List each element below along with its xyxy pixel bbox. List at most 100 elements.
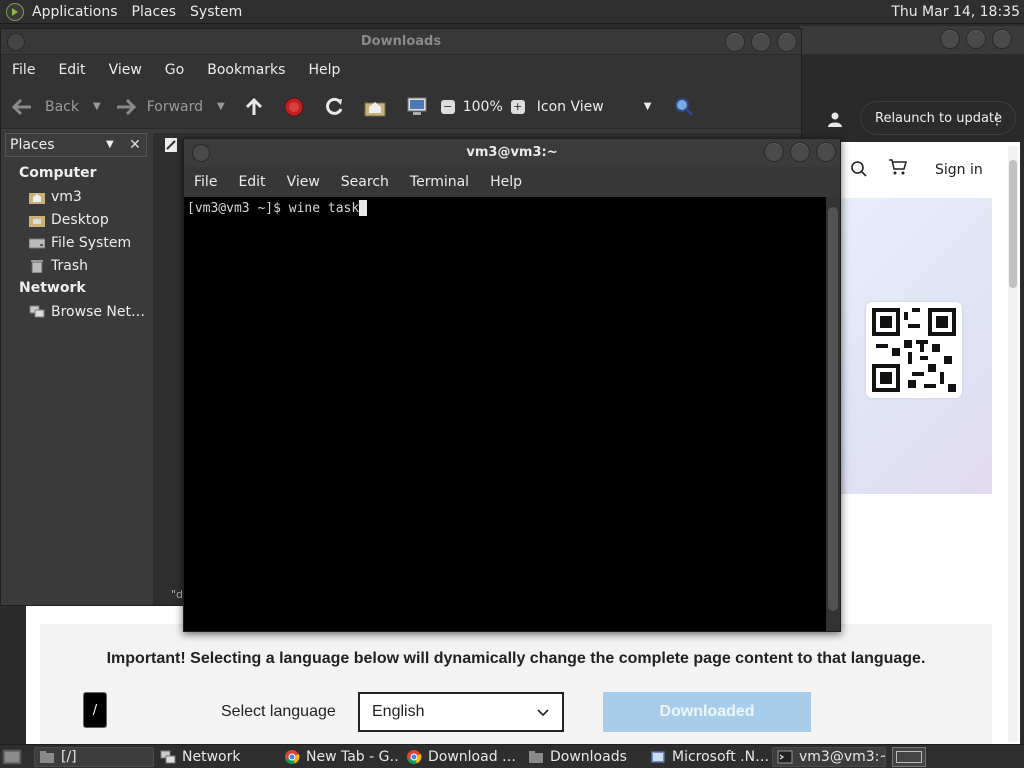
menu-places[interactable]: Places: [132, 4, 177, 20]
chrome-icon: [285, 750, 300, 765]
language-select[interactable]: English: [358, 692, 564, 732]
view-mode-label: Icon View: [536, 98, 604, 115]
workspace-switcher[interactable]: [892, 747, 926, 767]
file-manager-maximize-button[interactable]: [751, 32, 771, 52]
up-arrow-icon[interactable]: [243, 96, 265, 118]
reload-icon[interactable]: [323, 96, 345, 118]
relaunch-to-update-button[interactable]: Relaunch to update ⋮: [860, 101, 1016, 135]
sidebar-item-trash[interactable]: Trash: [29, 257, 151, 274]
sidebar-item-file-system[interactable]: File System: [29, 234, 151, 251]
view-mode-select[interactable]: Icon View ▼: [537, 99, 652, 115]
zoom-out-icon[interactable]: −: [440, 99, 455, 114]
zoom-in-icon[interactable]: +: [510, 99, 525, 114]
menu-help[interactable]: Help: [308, 62, 340, 78]
taskbar-item-label: Microsoft .N…: [672, 749, 768, 765]
taskbar-item-downloads-folder[interactable]: Downloads: [528, 747, 644, 767]
menu-go[interactable]: Go: [165, 62, 184, 78]
search-icon[interactable]: [850, 160, 868, 178]
terminal-menu-view[interactable]: View: [287, 174, 320, 190]
terminal-scrollbar-thumb[interactable]: [828, 207, 838, 611]
home-folder-icon[interactable]: [363, 96, 387, 118]
applications-menu[interactable]: Applications: [0, 0, 124, 24]
taskbar-item-microsoft-net[interactable]: Microsoft .N…: [650, 747, 768, 767]
terminal-menu-terminal[interactable]: Terminal: [410, 174, 469, 190]
webpage-scrollbar[interactable]: [1008, 146, 1018, 742]
forward-dropdown-icon[interactable]: ▼: [217, 101, 225, 112]
menu-edit[interactable]: Edit: [58, 62, 85, 78]
file-manager-close-button[interactable]: [777, 32, 797, 52]
chevron-down-icon: [537, 709, 549, 717]
zoom-control[interactable]: − 100% +: [440, 98, 525, 115]
file-manager-titlebar[interactable]: Downloads: [1, 29, 801, 55]
forward-button[interactable]: Forward ▼: [115, 98, 225, 116]
browser-minimize-button[interactable]: [940, 29, 960, 49]
terminal-screen[interactable]: [vm3@vm3 ~]$ wine task: [184, 197, 828, 631]
edit-location-icon[interactable]: [163, 137, 179, 153]
computer-icon[interactable]: [405, 96, 429, 118]
search-files-icon[interactable]: [673, 96, 695, 118]
sign-in-link[interactable]: Sign in: [935, 162, 983, 178]
terminal-menu-search[interactable]: Search: [341, 174, 389, 190]
select-language-label: Select language: [221, 703, 336, 720]
terminal-menu-edit[interactable]: Edit: [238, 174, 265, 190]
workspace-1[interactable]: [896, 751, 922, 763]
file-manager-title: Downloads: [360, 34, 442, 49]
terminal-close-button[interactable]: [816, 142, 836, 162]
terminal-menu-file[interactable]: File: [194, 174, 217, 190]
taskbar-item-label: [/]: [61, 749, 77, 765]
taskbar-item-root-folder[interactable]: [/]: [34, 747, 154, 767]
slash-button[interactable]: /: [83, 692, 107, 728]
terminal-menubar: File Edit View Search Terminal Help: [184, 167, 840, 197]
back-label: Back: [45, 98, 79, 115]
menu-file[interactable]: File: [12, 62, 35, 78]
file-manager-menubar: File Edit View Go Bookmarks Help: [1, 55, 801, 85]
menu-applications[interactable]: Applications: [32, 4, 118, 20]
forward-label: Forward: [146, 98, 204, 115]
desktop-folder-icon: [29, 215, 45, 227]
sidebar-item-vm3[interactable]: vm3: [29, 188, 151, 205]
terminal-scrollbar[interactable]: [826, 197, 840, 631]
file-manager-minimize-button[interactable]: [725, 32, 745, 52]
taskbar-item-download[interactable]: Download …: [406, 747, 522, 767]
menu-view[interactable]: View: [109, 62, 142, 78]
terminal-line: [vm3@vm3 ~]$ wine task: [187, 200, 825, 216]
browser-maximize-button[interactable]: [966, 29, 986, 49]
qr-code-icon: [866, 302, 962, 398]
taskbar-item-terminal[interactable]: vm3@vm3:~: [772, 747, 886, 767]
terminal-maximize-button[interactable]: [790, 142, 810, 162]
drive-icon: [29, 238, 45, 248]
webpage-scrollbar-thumb[interactable]: [1009, 160, 1017, 288]
taskbar-item-new-tab[interactable]: New Tab - G…: [284, 747, 400, 767]
browser-titlebar: [800, 26, 1024, 54]
browser-close-button[interactable]: [992, 29, 1012, 49]
terminal-menu-help[interactable]: Help: [490, 174, 522, 190]
sidebar-dropdown-icon[interactable]: ▼: [106, 139, 114, 150]
menu-system[interactable]: System: [190, 4, 242, 20]
sidebar-item-browse-network[interactable]: Browse Net…: [29, 303, 151, 320]
menu-bookmarks[interactable]: Bookmarks: [207, 62, 285, 78]
show-desktop-icon[interactable]: [2, 748, 22, 766]
sidebar-item-desktop[interactable]: Desktop: [29, 211, 151, 228]
terminal-minimize-button[interactable]: [764, 142, 784, 162]
back-button[interactable]: Back ▼: [11, 98, 101, 116]
downloaded-button[interactable]: Downloaded: [603, 692, 811, 732]
zoom-level: 100%: [462, 98, 503, 115]
profile-icon[interactable]: [826, 110, 844, 128]
places-sidebar: Computer vm3 Desktop File System Trash N…: [5, 159, 151, 605]
language-select-value: English: [372, 703, 425, 720]
back-dropdown-icon[interactable]: ▼: [93, 101, 101, 112]
taskbar-item-label: Downloads: [550, 749, 627, 765]
terminal-titlebar[interactable]: vm3@vm3:~: [184, 139, 840, 167]
sidebar-close-icon[interactable]: ✕: [123, 133, 147, 157]
installer-icon: [650, 750, 666, 764]
terminal-title: vm3@vm3:~: [466, 145, 558, 160]
stop-icon[interactable]: [283, 96, 305, 118]
cart-icon[interactable]: [888, 158, 908, 176]
places-menu[interactable]: Places: [124, 0, 183, 24]
view-mode-dropdown-icon[interactable]: ▼: [644, 101, 652, 112]
more-options-icon[interactable]: ⋮: [989, 109, 1005, 128]
distro-logo-icon: [6, 2, 24, 21]
panel-clock[interactable]: Thu Mar 14, 18:35: [891, 4, 1020, 20]
system-menu[interactable]: System: [182, 0, 248, 24]
taskbar-item-network[interactable]: Network: [160, 747, 278, 767]
